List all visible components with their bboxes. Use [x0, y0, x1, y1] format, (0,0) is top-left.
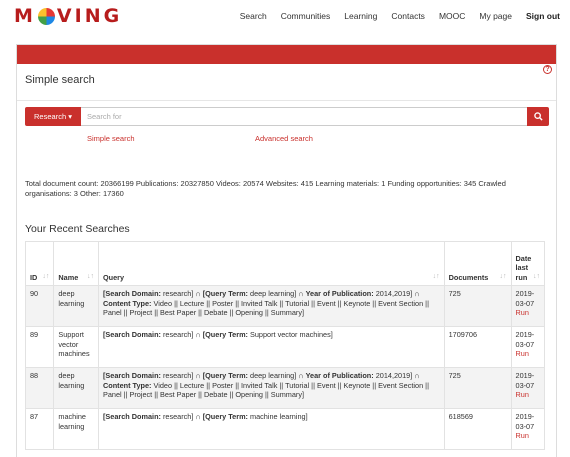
search-bar: Research ▾	[25, 107, 549, 126]
cell-name: deep learning	[53, 367, 99, 409]
cell-name: Support vector machines	[53, 326, 99, 368]
panel-title: Simple search	[25, 74, 95, 86]
main-nav: Search Communities Learning Contacts MOO…	[226, 11, 560, 21]
cell-query: [Search Domain: research] ∩ [Query Term:…	[97, 367, 445, 409]
search-input[interactable]	[81, 107, 527, 126]
sort-icon: ↓↑	[432, 272, 440, 280]
cell-query: [Search Domain: research] ∩ [Query Term:…	[97, 285, 445, 327]
run-link[interactable]: Run	[516, 308, 529, 317]
table-row: 87 machine learning [Search Domain: rese…	[24, 408, 546, 450]
cell-documents: 1709706	[443, 326, 512, 368]
col-header-id[interactable]: ID ↓↑	[24, 241, 55, 286]
col-header-query[interactable]: Query ↓↑	[97, 241, 445, 286]
cell-query: [Search Domain: research] ∩ [Query Term:…	[97, 408, 445, 450]
logo-letter-m: M	[14, 5, 36, 27]
table-row: 88 deep learning [Search Domain: researc…	[24, 367, 546, 409]
top-navbar: M VING Search Communities Learning Conta…	[0, 0, 570, 34]
run-link[interactable]: Run	[516, 390, 529, 399]
search-button[interactable]	[527, 107, 549, 126]
divider	[17, 100, 556, 101]
cell-id: 88	[24, 367, 55, 409]
sort-icon: ↓↑	[533, 272, 540, 280]
cell-documents: 725	[443, 285, 512, 327]
advanced-search-link[interactable]: Advanced search	[255, 134, 313, 143]
document-count-stats: Total document count: 20366199 Publicati…	[25, 179, 506, 198]
sign-out-link[interactable]: Sign out	[526, 11, 560, 21]
table-row: 90 deep learning [Search Domain: researc…	[24, 285, 546, 327]
magnifier-icon	[533, 112, 543, 121]
help-icon[interactable]: ?	[543, 65, 552, 74]
col-header-date[interactable]: Date last run ↓↑	[510, 241, 546, 286]
search-panel: ? Simple search Research ▾ Simple search…	[16, 44, 557, 457]
logo-letters-ving: VING	[56, 5, 123, 27]
col-header-name[interactable]: Name ↓↑	[53, 241, 99, 286]
simple-search-link[interactable]: Simple search	[87, 134, 135, 143]
nav-mooc[interactable]: MOOC	[439, 11, 465, 21]
scope-dropdown[interactable]: Research ▾	[25, 107, 81, 126]
nav-communities[interactable]: Communities	[281, 11, 331, 21]
panel-header-bar	[17, 45, 556, 64]
cell-date: 2019-03-07 Run	[510, 367, 546, 409]
nav-my-page[interactable]: My page	[479, 11, 512, 21]
cell-id: 89	[24, 326, 55, 368]
cell-documents: 618569	[443, 408, 512, 450]
table-row: 89 Support vector machines [Search Domai…	[24, 326, 546, 368]
cell-name: machine learning	[53, 408, 99, 450]
cell-documents: 725	[443, 367, 512, 409]
run-link[interactable]: Run	[516, 349, 529, 358]
sort-icon: ↓↑	[499, 272, 507, 280]
cell-name: deep learning	[53, 285, 99, 327]
run-link[interactable]: Run	[516, 431, 529, 440]
sort-icon: ↓↑	[42, 272, 50, 280]
cell-date: 2019-03-07 Run	[510, 326, 546, 368]
cell-query: [Search Domain: research] ∩ [Query Term:…	[97, 326, 445, 368]
nav-contacts[interactable]: Contacts	[391, 11, 425, 21]
cell-id: 90	[24, 285, 55, 327]
col-header-documents[interactable]: Documents ↓↑	[443, 241, 512, 286]
cell-date: 2019-03-07 Run	[510, 285, 546, 327]
logo-globe-icon	[37, 7, 55, 25]
recent-searches-title: Your Recent Searches	[25, 223, 130, 235]
nav-learning[interactable]: Learning	[344, 11, 377, 21]
recent-searches-table: ID ↓↑ Name ↓↑ Query ↓↑ Documents ↓↑ Date las…	[24, 241, 546, 450]
moving-logo[interactable]: M VING	[14, 5, 122, 27]
cell-id: 87	[24, 408, 55, 450]
sort-icon: ↓↑	[86, 272, 94, 280]
nav-search[interactable]: Search	[240, 11, 267, 21]
cell-date: 2019-03-07 Run	[510, 408, 546, 450]
